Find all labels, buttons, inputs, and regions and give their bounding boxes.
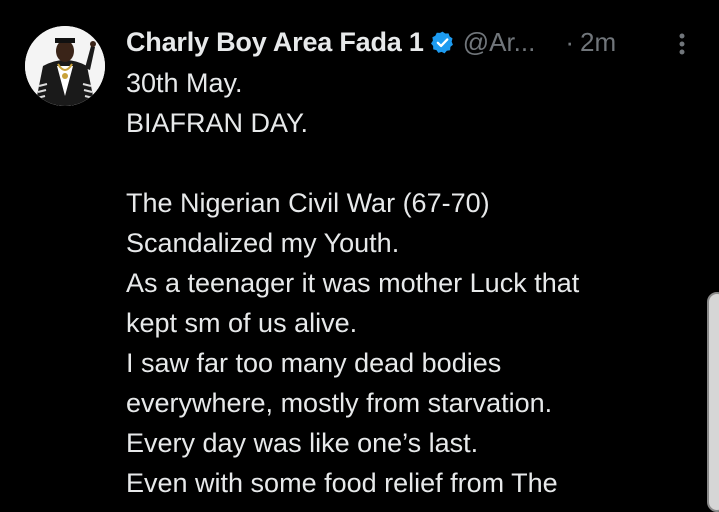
more-options-icon[interactable] [672,30,692,60]
avatar[interactable] [25,26,105,106]
tweet-text-line: Scandalized my Youth. [126,228,400,258]
tweet-text-line: Every day was like one’s last. [126,428,479,458]
tweet-header: Charly Boy Area Fada 1 @Ar... · 2m [126,22,706,62]
verified-badge-icon[interactable] [430,30,455,55]
tweet-text-line: As a teenager it was mother Luck that [126,268,580,298]
scrollbar-thumb[interactable] [707,292,719,512]
tweet-text-line: 30th May. [126,68,243,98]
tweet-text-line: kept sm of us alive. [126,308,358,338]
avatar-image [25,26,105,106]
handle[interactable]: @Ar... [463,27,536,58]
separator-dot: · [565,26,575,57]
tweet-text-line: Even with some food relief from The [126,468,558,498]
tweet-text: 30th May. BIAFRAN DAY. The Nigerian Civi… [126,63,686,503]
tweet-text-line: everywhere, mostly from starvation. [126,388,553,418]
tweet-text-line: I saw far too many dead bodies [126,348,502,378]
tweet-text-line: The Nigerian Civil War (67-70) [126,188,490,218]
tweet[interactable]: Charly Boy Area Fada 1 @Ar... · 2m 30th … [0,0,719,512]
timestamp[interactable]: 2m [580,27,616,58]
display-name[interactable]: Charly Boy Area Fada 1 [126,27,424,58]
tweet-text-line [126,143,686,183]
tweet-text-line: BIAFRAN DAY. [126,108,309,138]
